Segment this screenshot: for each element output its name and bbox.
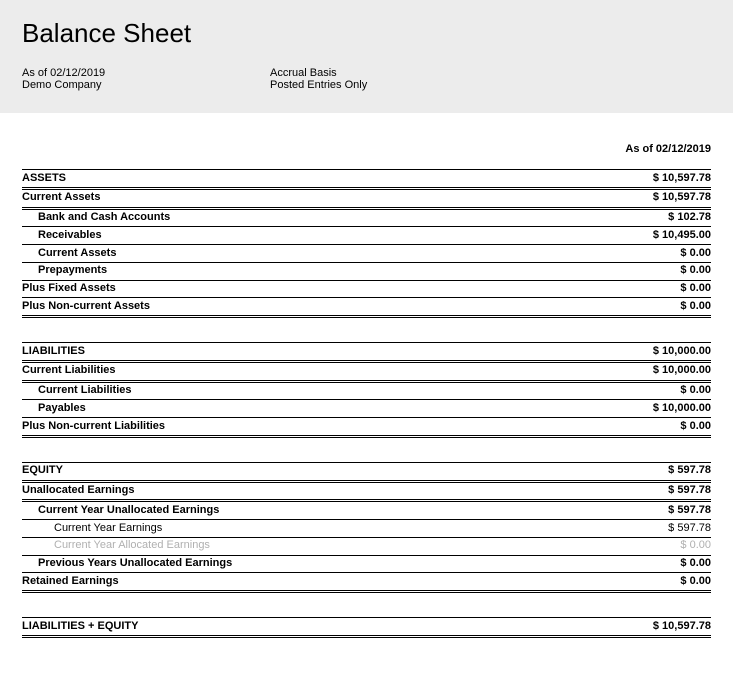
total-row: LIABILITIES + EQUITY $ 10,597.78 bbox=[22, 617, 711, 638]
assets-section: ASSETS $ 10,597.78 Current Assets $ 10,5… bbox=[22, 169, 711, 318]
retained-row: Retained Earnings $ 0.00 bbox=[22, 572, 711, 593]
fixed-label: Plus Fixed Assets bbox=[22, 282, 116, 296]
report-meta: As of 02/12/2019 Demo Company Accrual Ba… bbox=[22, 67, 711, 91]
equity-total-row: EQUITY $ 597.78 bbox=[22, 462, 711, 480]
report-title: Balance Sheet bbox=[22, 18, 711, 49]
total-value: $ 10,597.78 bbox=[653, 620, 711, 634]
assets-total: $ 10,597.78 bbox=[653, 172, 711, 186]
equity-title: EQUITY bbox=[22, 464, 63, 478]
current-liabilities-value: $ 10,000.00 bbox=[653, 364, 711, 378]
current-liabilities-row: Current Liabilities $ 10,000.00 bbox=[22, 360, 711, 380]
fixed-value: $ 0.00 bbox=[680, 282, 711, 296]
meta-company: Demo Company bbox=[22, 79, 270, 91]
cy-allocated-label: Current Year Allocated Earnings bbox=[22, 539, 210, 553]
total-label: LIABILITIES + EQUITY bbox=[22, 620, 138, 634]
liabilities-total-row: LIABILITIES $ 10,000.00 bbox=[22, 342, 711, 360]
noncurrent-liabilities-label: Plus Non-current Liabilities bbox=[22, 420, 165, 434]
prev-value: $ 0.00 bbox=[680, 557, 711, 571]
equity-total: $ 597.78 bbox=[668, 464, 711, 478]
liabilities-section: LIABILITIES $ 10,000.00 Current Liabilit… bbox=[22, 342, 711, 438]
meta-entries: Posted Entries Only bbox=[270, 79, 367, 91]
fixed-assets-row: Plus Fixed Assets $ 0.00 bbox=[22, 280, 711, 298]
cy-allocated-value: $ 0.00 bbox=[680, 539, 711, 553]
liabilities-total: $ 10,000.00 bbox=[653, 345, 711, 359]
current-assets-row: Current Assets $ 10,597.78 bbox=[22, 187, 711, 207]
cy-unallocated-label: Current Year Unallocated Earnings bbox=[22, 504, 219, 518]
current-liabilities2-value: $ 0.00 bbox=[680, 384, 711, 398]
unallocated-row: Unallocated Earnings $ 597.78 bbox=[22, 480, 711, 500]
receivables-row: Receivables $ 10,495.00 bbox=[22, 226, 711, 244]
cy-earnings-value: $ 597.78 bbox=[668, 522, 711, 536]
prev-label: Previous Years Unallocated Earnings bbox=[22, 557, 232, 571]
bank-row: Bank and Cash Accounts $ 102.78 bbox=[22, 207, 711, 227]
prepayments-label: Prepayments bbox=[22, 264, 107, 278]
cy-earnings-label: Current Year Earnings bbox=[22, 522, 162, 536]
receivables-label: Receivables bbox=[22, 229, 102, 243]
equity-section: EQUITY $ 597.78 Unallocated Earnings $ 5… bbox=[22, 462, 711, 593]
payables-row: Payables $ 10,000.00 bbox=[22, 399, 711, 417]
current-assets-value: $ 10,597.78 bbox=[653, 191, 711, 205]
current-assets2-value: $ 0.00 bbox=[680, 247, 711, 261]
report-header: Balance Sheet As of 02/12/2019 Demo Comp… bbox=[0, 0, 733, 113]
noncurrent-assets-row: Plus Non-current Assets $ 0.00 bbox=[22, 297, 711, 318]
assets-title: ASSETS bbox=[22, 172, 66, 186]
current-liabilities2-row: Current Liabilities $ 0.00 bbox=[22, 380, 711, 400]
payables-label: Payables bbox=[22, 402, 86, 416]
current-assets2-row: Current Assets $ 0.00 bbox=[22, 244, 711, 262]
payables-value: $ 10,000.00 bbox=[653, 402, 711, 416]
noncurrent-assets-label: Plus Non-current Assets bbox=[22, 300, 150, 314]
cy-allocated-row: Current Year Allocated Earnings $ 0.00 bbox=[22, 537, 711, 555]
retained-value: $ 0.00 bbox=[680, 575, 711, 589]
column-date: As of 02/12/2019 bbox=[22, 143, 711, 155]
current-liabilities2-label: Current Liabilities bbox=[22, 384, 132, 398]
retained-label: Retained Earnings bbox=[22, 575, 119, 589]
receivables-value: $ 10,495.00 bbox=[653, 229, 711, 243]
bank-label: Bank and Cash Accounts bbox=[22, 211, 170, 225]
meta-basis: Accrual Basis bbox=[270, 67, 367, 79]
noncurrent-liabilities-row: Plus Non-current Liabilities $ 0.00 bbox=[22, 417, 711, 438]
cy-unallocated-row: Current Year Unallocated Earnings $ 597.… bbox=[22, 499, 711, 519]
current-assets-label: Current Assets bbox=[22, 191, 100, 205]
unallocated-label: Unallocated Earnings bbox=[22, 484, 134, 498]
meta-asof: As of 02/12/2019 bbox=[22, 67, 270, 79]
prepayments-value: $ 0.00 bbox=[680, 264, 711, 278]
assets-total-row: ASSETS $ 10,597.78 bbox=[22, 169, 711, 187]
liabilities-title: LIABILITIES bbox=[22, 345, 85, 359]
current-liabilities-label: Current Liabilities bbox=[22, 364, 116, 378]
noncurrent-assets-value: $ 0.00 bbox=[680, 300, 711, 314]
bank-value: $ 102.78 bbox=[668, 211, 711, 225]
cy-unallocated-value: $ 597.78 bbox=[668, 504, 711, 518]
prev-unallocated-row: Previous Years Unallocated Earnings $ 0.… bbox=[22, 555, 711, 573]
prepayments-row: Prepayments $ 0.00 bbox=[22, 262, 711, 280]
report-body: As of 02/12/2019 ASSETS $ 10,597.78 Curr… bbox=[0, 143, 733, 674]
cy-earnings-row: Current Year Earnings $ 597.78 bbox=[22, 519, 711, 537]
current-assets2-label: Current Assets bbox=[22, 247, 116, 261]
unallocated-value: $ 597.78 bbox=[668, 484, 711, 498]
total-section: LIABILITIES + EQUITY $ 10,597.78 bbox=[22, 617, 711, 638]
noncurrent-liabilities-value: $ 0.00 bbox=[680, 420, 711, 434]
